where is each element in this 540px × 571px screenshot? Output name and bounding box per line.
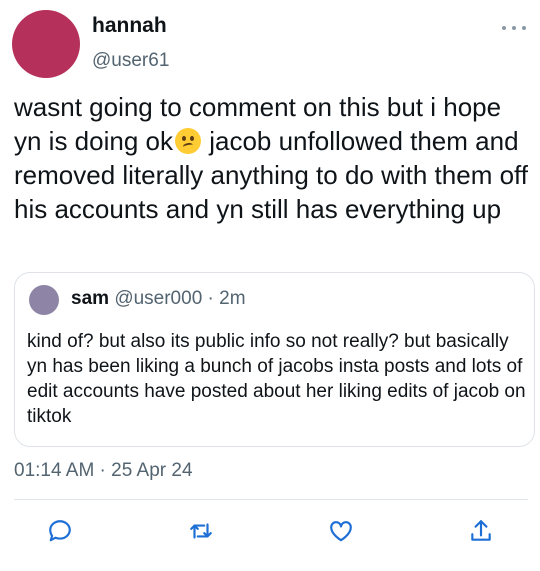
retweet-icon[interactable] <box>186 516 216 546</box>
divider <box>14 499 528 500</box>
share-icon[interactable] <box>466 516 496 546</box>
author-display-name[interactable]: hannah <box>92 14 167 38</box>
author-handle[interactable]: @user61 <box>92 50 169 72</box>
tweet-text: wasnt going to comment on this but i hop… <box>14 90 534 226</box>
like-icon[interactable] <box>326 516 356 546</box>
quoted-author-name: sam <box>71 288 110 309</box>
reply-icon[interactable] <box>45 516 75 546</box>
quoted-tweet-header: sam @user000 · 2m <box>71 288 246 310</box>
tweet-timestamp[interactable]: 01:14 AM · 25 Apr 24 <box>14 460 193 482</box>
quoted-author-avatar <box>29 285 59 315</box>
quoted-tweet-text: kind of? but also its public info so not… <box>27 331 526 427</box>
confused-face-icon <box>174 128 201 154</box>
more-options-icon[interactable] <box>502 22 526 34</box>
quoted-author-meta: @user000 · 2m <box>114 288 246 309</box>
author-avatar[interactable] <box>12 10 80 78</box>
quoted-tweet-card[interactable]: sam @user000 · 2m kind of? but also its … <box>14 272 535 447</box>
